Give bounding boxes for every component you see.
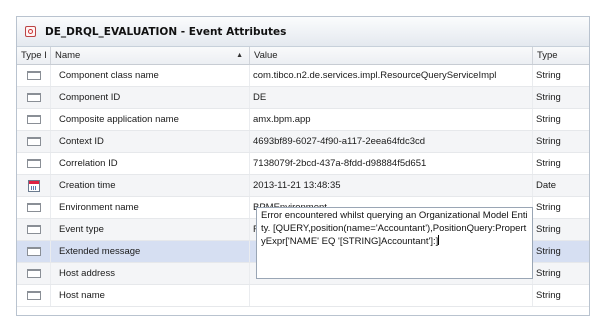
row-type-cell xyxy=(17,219,51,240)
table-row[interactable]: Host name String xyxy=(17,285,589,307)
event-icon xyxy=(25,26,36,37)
extended-message-editor[interactable]: Error encountered whilst querying an Org… xyxy=(256,207,533,279)
panel-title-bar: DE_DRQL_EVALUATION - Event Attributes xyxy=(17,17,589,47)
attribute-icon xyxy=(26,203,41,212)
attribute-icon xyxy=(26,137,41,146)
attribute-type: String xyxy=(536,246,561,257)
column-header-value[interactable]: Value xyxy=(250,47,533,64)
panel-title: DE_DRQL_EVALUATION - Event Attributes xyxy=(45,25,287,38)
column-header-name-label: Name xyxy=(55,50,81,61)
column-header-type-icon[interactable]: Type I xyxy=(17,47,51,64)
attribute-name: Extended message xyxy=(51,241,250,262)
attribute-icon xyxy=(26,71,41,80)
row-type-cell xyxy=(17,131,51,152)
attribute-value[interactable]: amx.bpm.app xyxy=(250,109,533,130)
extended-message-text: Error encountered whilst querying an Org… xyxy=(261,210,528,247)
attribute-type: String xyxy=(536,136,561,147)
attribute-value[interactable]: 2013-11-21 13:48:35 xyxy=(250,175,533,196)
attribute-type: String xyxy=(536,224,561,235)
attribute-icon xyxy=(26,115,41,124)
attribute-name: Component ID xyxy=(51,87,250,108)
attribute-value[interactable] xyxy=(250,285,533,306)
row-type-cell xyxy=(17,241,51,262)
table-row[interactable]: Context ID 4693bf89-6027-4f90-a117-2eea64… xyxy=(17,131,589,153)
table-row[interactable]: Component class name com.tibco.n2.de.serv… xyxy=(17,65,589,87)
calendar-icon xyxy=(27,179,40,192)
attribute-type: String xyxy=(536,202,561,213)
attribute-name: Composite application name xyxy=(51,109,250,130)
row-type-cell xyxy=(17,65,51,86)
attribute-icon xyxy=(26,159,41,168)
text-cursor xyxy=(438,235,440,245)
attribute-name: Context ID xyxy=(51,131,250,152)
attribute-name: Host address xyxy=(51,263,250,284)
attribute-type: String xyxy=(536,92,561,103)
attribute-name: Creation time xyxy=(51,175,250,196)
attribute-name: Environment name xyxy=(51,197,250,218)
attribute-name: Event type xyxy=(51,219,250,240)
table-header: Type I Name ▲ Value Type xyxy=(17,47,589,65)
attribute-value[interactable]: DE xyxy=(250,87,533,108)
attribute-type: String xyxy=(536,114,561,125)
attribute-value[interactable]: 4693bf89-6027-4f90-a117-2eea64fdc3cd xyxy=(250,131,533,152)
table-row[interactable]: Composite application name amx.bpm.app Str… xyxy=(17,109,589,131)
row-type-cell xyxy=(17,175,51,196)
attribute-icon xyxy=(26,93,41,102)
column-header-type[interactable]: Type xyxy=(533,47,589,64)
row-type-cell xyxy=(17,263,51,284)
row-type-cell xyxy=(17,109,51,130)
attribute-value[interactable]: 7138079f-2bcd-437a-8fdd-d98884f5d651 xyxy=(250,153,533,174)
attribute-value[interactable]: com.tibco.n2.de.services.impl.ResourceQu… xyxy=(250,65,533,86)
row-type-cell xyxy=(17,197,51,218)
table-row[interactable]: Correlation ID 7138079f-2bcd-437a-8fdd-d9… xyxy=(17,153,589,175)
row-type-cell xyxy=(17,87,51,108)
table-row[interactable]: Component ID DE String xyxy=(17,87,589,109)
attribute-name: Correlation ID xyxy=(51,153,250,174)
row-type-cell xyxy=(17,285,51,306)
attribute-type: Date xyxy=(536,180,557,191)
table-row[interactable]: Creation time 2013-11-21 13:48:35 Date xyxy=(17,175,589,197)
row-type-cell xyxy=(17,153,51,174)
attribute-icon xyxy=(26,291,41,300)
attribute-icon xyxy=(26,225,41,234)
attribute-type: String xyxy=(536,70,561,81)
sort-ascending-icon: ▲ xyxy=(236,52,243,59)
event-attributes-panel: DE_DRQL_EVALUATION - Event Attributes Ty… xyxy=(16,16,590,316)
attribute-type: String xyxy=(536,158,561,169)
attribute-name: Component class name xyxy=(51,65,250,86)
attribute-icon xyxy=(26,247,41,256)
attribute-type: String xyxy=(536,290,561,301)
attribute-icon xyxy=(26,269,41,278)
column-header-name[interactable]: Name ▲ xyxy=(51,47,250,64)
attribute-type: String xyxy=(536,268,561,279)
attribute-name: Host name xyxy=(51,285,250,306)
